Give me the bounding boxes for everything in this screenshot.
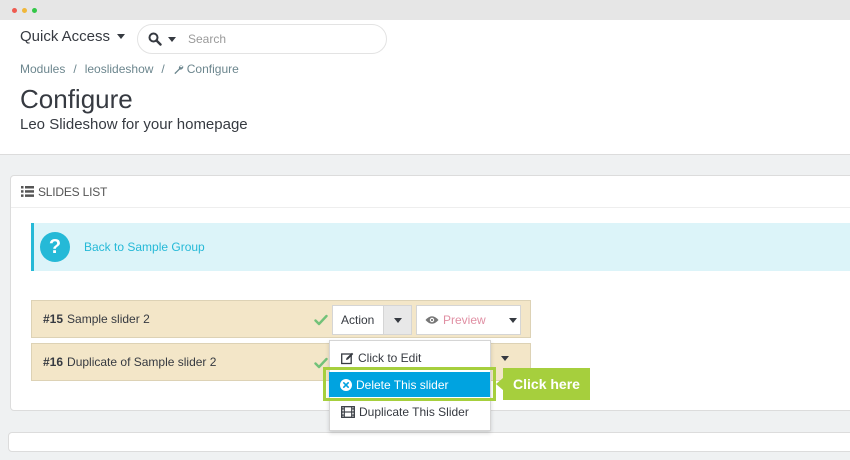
search-input[interactable]: Search [182, 32, 226, 46]
chevron-down-icon[interactable] [501, 356, 509, 361]
menu-item-delete-slider[interactable]: Delete This slider [329, 372, 490, 397]
action-dropdown-toggle[interactable] [383, 306, 411, 334]
page-header: Quick Access Search Modules / leoslidesh… [0, 20, 850, 155]
breadcrumb-leoslideshow[interactable]: leoslideshow [85, 62, 154, 76]
breadcrumb-configure: Configure [173, 62, 239, 76]
preview-label: Preview [443, 313, 486, 327]
breadcrumb-separator: / [73, 62, 77, 76]
quick-access-label: Quick Access [20, 28, 111, 45]
preview-button[interactable]: Preview [416, 305, 521, 335]
breadcrumb-separator: / [161, 62, 165, 76]
slide-row: #15 Sample slider 2 Action Preview [31, 300, 531, 338]
slide-id: #15 [43, 312, 64, 326]
search-icon [148, 32, 162, 46]
breadcrumb: Modules / leoslideshow / Configure [20, 62, 239, 76]
callout-arrow [496, 378, 503, 390]
click-here-callout: Click here [503, 368, 590, 400]
back-to-sample-group-link[interactable]: Back to Sample Group [84, 240, 205, 254]
info-alert: ? Back to Sample Group [31, 223, 850, 271]
list-icon [21, 186, 34, 197]
menu-item-duplicate-slider[interactable]: Duplicate This Slider [330, 399, 490, 425]
page-title: Configure [20, 84, 133, 114]
menu-item-label: Duplicate This Slider [359, 405, 469, 419]
question-icon: ? [40, 232, 70, 262]
wrench-icon [174, 64, 184, 74]
breadcrumb-configure-label: Configure [186, 62, 239, 76]
panel-heading: SLIDES LIST [11, 176, 850, 208]
menu-item-label: Delete This slider [356, 377, 449, 392]
page-subtitle: Leo Slideshow for your homepage [20, 116, 248, 133]
search-box[interactable]: Search [137, 24, 387, 54]
check-icon[interactable] [314, 313, 328, 327]
window-maximize-dot[interactable] [32, 8, 37, 13]
browser-chrome-bar [0, 0, 850, 20]
search-type-toggle[interactable] [138, 32, 182, 46]
slide-id: #16 [43, 355, 64, 369]
slide-name: Duplicate of Sample slider 2 [67, 355, 217, 369]
breadcrumb-modules[interactable]: Modules [20, 62, 65, 76]
action-button-group: Action [332, 305, 412, 335]
edit-icon [341, 352, 354, 364]
chevron-down-icon [393, 317, 402, 323]
chevron-down-icon[interactable] [509, 317, 517, 323]
film-icon [341, 406, 355, 418]
menu-item-label: Click to Edit [358, 351, 422, 365]
secondary-panel [8, 432, 850, 452]
slide-name: Sample slider 2 [67, 312, 150, 326]
quick-access-menu[interactable]: Quick Access [20, 28, 126, 45]
action-button[interactable]: Action [333, 313, 383, 327]
eye-icon [425, 316, 439, 324]
delete-circle-icon [340, 378, 352, 391]
window-minimize-dot[interactable] [22, 8, 27, 13]
chevron-down-icon [117, 34, 126, 39]
window-close-dot[interactable] [12, 8, 17, 13]
chevron-down-icon [168, 36, 176, 42]
panel-heading-label: SLIDES LIST [38, 184, 108, 199]
